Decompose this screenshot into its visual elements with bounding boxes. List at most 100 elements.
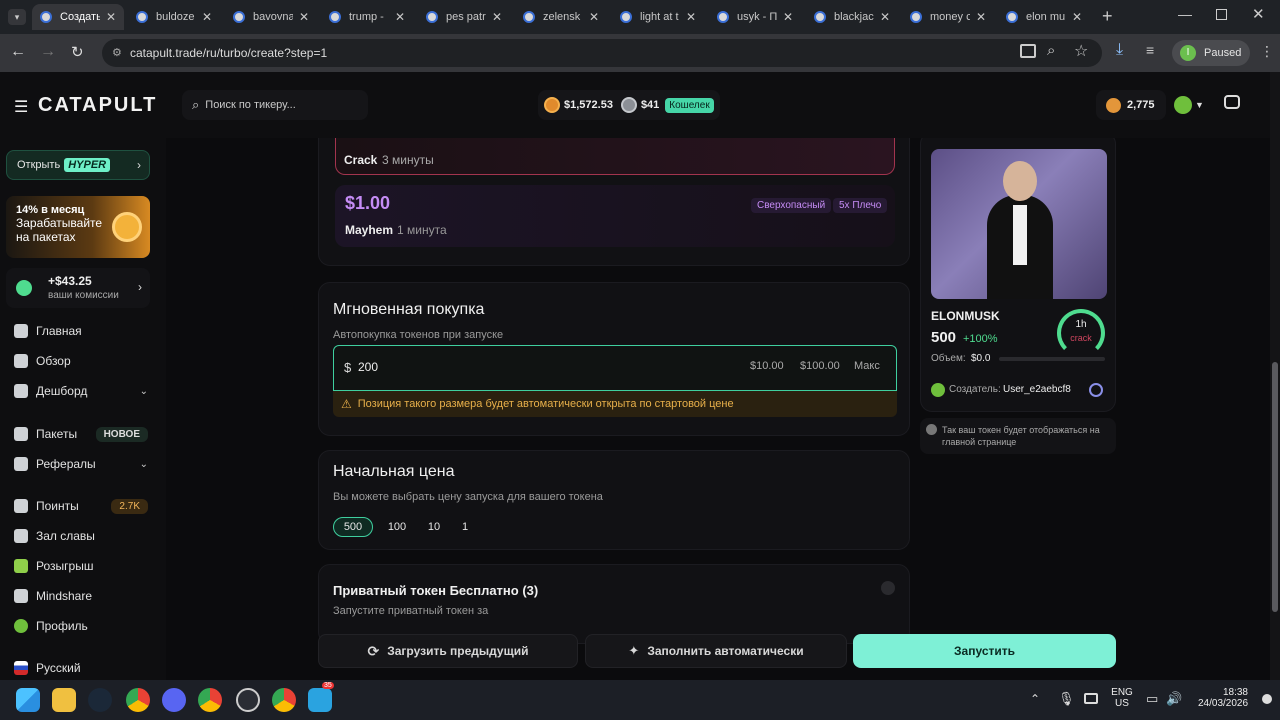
chrome-profile-icon[interactable] [198, 688, 222, 712]
tab-close-icon[interactable]: ✕ [299, 10, 309, 24]
quick-amount-10[interactable]: $10.00 [750, 360, 784, 372]
keyboard-icon[interactable] [1084, 693, 1098, 704]
tray-chevron-icon[interactable]: ⌃ [1030, 692, 1040, 706]
user-menu[interactable]: ▼ [1174, 94, 1206, 116]
clock[interactable]: 18:38 24/03/2026 [1198, 687, 1248, 709]
ticker-search[interactable]: ⌕ Поиск по тикеру... [182, 90, 368, 120]
language-label: Русский [36, 661, 81, 675]
browser-tab[interactable]: elon mu ✕ [998, 4, 1090, 30]
tab-close-icon[interactable]: ✕ [589, 10, 599, 24]
promo-banner[interactable]: 14% в месяц Зарабатывайте на пакетах [6, 196, 150, 258]
page-scrollbar[interactable] [1270, 72, 1280, 680]
chrome-alt-icon[interactable] [272, 688, 296, 712]
launch-button[interactable]: Запустить [853, 634, 1116, 668]
browser-tab[interactable]: trump - ✕ [321, 4, 413, 30]
volume-icon[interactable]: 🔊 [1166, 691, 1182, 707]
new-badge: НОВОЕ [95, 426, 148, 442]
notification-icon[interactable] [1262, 694, 1272, 704]
chat-icon[interactable] [1224, 95, 1240, 109]
private-token-toggle[interactable] [881, 581, 895, 595]
address-bar[interactable]: ⚙ catapult.trade/ru/turbo/create?step=1 [102, 39, 1102, 67]
browser-tab[interactable]: buldoze ✕ [128, 4, 220, 30]
tab-search-icon[interactable]: ▾ [8, 9, 26, 25]
sidebar-item-points[interactable]: Поинты 2.7K [14, 496, 148, 516]
tab-close-icon[interactable]: ✕ [880, 10, 890, 24]
network-icon[interactable]: ▭ [1146, 691, 1158, 707]
price-option-500[interactable]: 500 [333, 517, 373, 537]
browser-tab[interactable]: money c ✕ [902, 4, 994, 30]
sidebar-item-referrals[interactable]: Рефералы ⌄ [14, 454, 148, 474]
tab-close-icon[interactable]: ✕ [686, 10, 696, 24]
sidebar-item-profile[interactable]: Профиль [14, 616, 88, 636]
commission-card[interactable]: +$43.25 ваши комиссии › [6, 268, 150, 308]
sidebar-item-packages[interactable]: Пакеты НОВОЕ [14, 424, 148, 444]
forward-icon[interactable]: → [40, 43, 56, 61]
windows-start-icon[interactable] [16, 688, 40, 712]
tab-close-icon[interactable]: ✕ [1072, 10, 1082, 24]
tab-close-icon[interactable]: ✕ [976, 10, 986, 24]
app-logo[interactable]: CATAPULT [38, 94, 157, 117]
obs-icon[interactable] [236, 688, 260, 712]
price-option-10[interactable]: 10 [419, 517, 449, 537]
balance-widget[interactable]: $1,572.53 $41 Кошелек [538, 90, 720, 120]
microphone-icon[interactable]: 🎙 [1058, 691, 1075, 707]
browser-tab[interactable]: bavovna ✕ [225, 4, 317, 30]
private-token-title: Приватный токен Бесплатно (3) [333, 583, 539, 598]
sidebar-item-home[interactable]: Главная [14, 321, 82, 341]
zoom-icon[interactable]: ⌕ [1047, 42, 1055, 59]
price-option-100[interactable]: 100 [379, 517, 415, 537]
sidebar-item-mindshare[interactable]: Mindshare [14, 586, 92, 606]
browser-tab[interactable]: Создать ✕ [32, 4, 124, 30]
browser-tab[interactable]: usyk - П ✕ [709, 4, 801, 30]
amount-input[interactable]: $ 200 $10.00 $100.00 Макс [333, 345, 897, 391]
new-tab-icon[interactable]: + [1102, 6, 1113, 27]
tab-label: trump - [349, 11, 384, 23]
chrome-icon[interactable] [126, 688, 150, 712]
tab-close-icon[interactable]: ✕ [106, 10, 116, 24]
quick-amount-max[interactable]: Макс [854, 360, 880, 372]
open-label: Открыть [17, 159, 61, 171]
sidebar-item-hall-of-fame[interactable]: Зал славы [14, 526, 95, 546]
language-selector[interactable]: Русский [14, 658, 81, 678]
open-hyper-button[interactable]: Открыть HYPER › [6, 150, 150, 180]
sidebar-item-giveaway[interactable]: Розыгрыш [14, 556, 93, 576]
profile-button[interactable]: I Paused [1172, 40, 1250, 66]
wallet-button[interactable]: Кошелек [665, 97, 714, 113]
chevron-down-icon: ⌄ [139, 458, 148, 470]
tab-close-icon[interactable]: ✕ [492, 10, 502, 24]
tab-close-icon[interactable]: ✕ [202, 10, 212, 24]
install-app-icon[interactable] [1020, 44, 1036, 58]
load-previous-button[interactable]: ⟳ Загрузить предыдущий [318, 634, 578, 668]
scrollbar-thumb[interactable] [1272, 362, 1278, 612]
quick-amount-100[interactable]: $100.00 [800, 360, 840, 372]
language-indicator[interactable]: ENG US [1110, 687, 1134, 709]
browser-menu-icon[interactable]: ⋮ [1260, 43, 1274, 60]
tab-close-icon[interactable]: ✕ [395, 10, 405, 24]
browser-tab[interactable]: blackjac ✕ [806, 4, 898, 30]
sidebar-item-dashboard[interactable]: Дешборд ⌄ [14, 381, 148, 401]
steam-icon[interactable] [88, 688, 112, 712]
crack-option[interactable]: Crack 3 минуты [335, 138, 895, 175]
reading-list-icon[interactable]: ≡ [1146, 42, 1154, 58]
site-info-icon[interactable]: ⚙ [112, 39, 122, 67]
back-icon[interactable]: ← [10, 43, 26, 61]
browser-tab[interactable]: light at t ✕ [612, 4, 704, 30]
minimize-icon[interactable]: — [1178, 6, 1192, 22]
points-widget[interactable]: 2,775 [1096, 90, 1166, 120]
telegram-icon[interactable]: 35 [308, 682, 334, 712]
price-option-1[interactable]: 1 [453, 517, 477, 537]
downloads-icon[interactable]: ⤓ [1116, 41, 1123, 59]
file-explorer-icon[interactable] [52, 688, 76, 712]
mayhem-option[interactable]: $1.00 Сверхопасный 5x Плечо Mayhem 1 мин… [335, 185, 895, 247]
discord-icon[interactable] [162, 688, 186, 712]
tab-close-icon[interactable]: ✕ [783, 10, 793, 24]
autofill-button[interactable]: ✦ Заполнить автоматически [585, 634, 847, 668]
sidebar-item-overview[interactable]: Обзор [14, 351, 71, 371]
maximize-icon[interactable] [1216, 9, 1227, 20]
browser-tab[interactable]: pes patr ✕ [418, 4, 510, 30]
close-window-icon[interactable]: ✕ [1252, 5, 1265, 23]
menu-icon[interactable]: ☰ [14, 97, 28, 117]
bookmark-star-icon[interactable]: ☆ [1074, 41, 1088, 61]
reload-icon[interactable]: ↻ [71, 43, 84, 61]
browser-tab[interactable]: zelensk ✕ [515, 4, 607, 30]
